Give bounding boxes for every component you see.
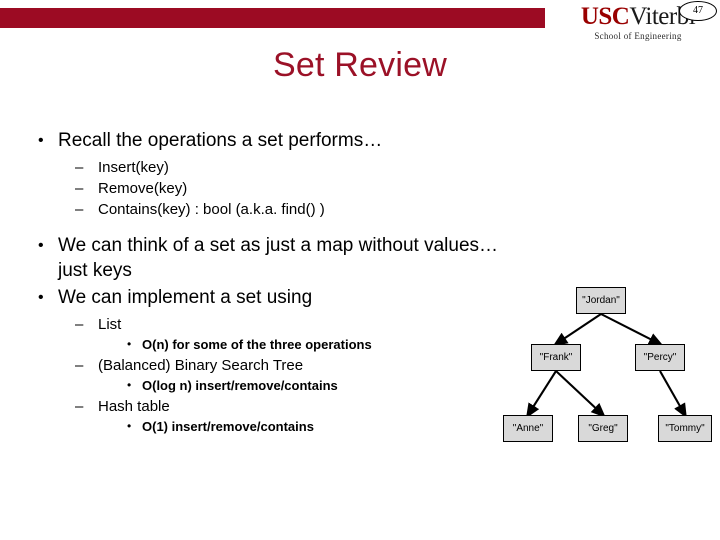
sub-bullet-remove: – Remove(key) [24, 178, 504, 199]
tree-node-right: "Percy" [635, 344, 685, 371]
detail-bullet-text: O(log n) insert/remove/contains [142, 378, 338, 393]
tree-node-lr: "Greg" [578, 415, 628, 442]
sub-bullet-bst: – (Balanced) Binary Search Tree [24, 355, 504, 376]
slide-body: • Recall the operations a set performs… … [24, 128, 504, 437]
tree-node-ll: "Anne" [503, 415, 553, 442]
usc-letters: USC [580, 3, 630, 30]
tree-edge-right-to-rr [659, 370, 687, 419]
dash-bullet-icon: – [75, 159, 84, 176]
sub-bullet-list: – List [24, 314, 504, 335]
detail-bullet-hash-complexity: • O(1) insert/remove/contains [24, 417, 504, 437]
sub-bullet-text: Hash table [98, 398, 170, 415]
slide-number-badge: 47 [679, 1, 717, 21]
sub-bullet-text: Contains(key) : bool (a.k.a. find() ) [98, 201, 325, 218]
sub-bullet-contains: – Contains(key) : bool (a.k.a. find() ) [24, 199, 504, 220]
sub-bullet-text: Remove(key) [98, 180, 188, 197]
tree-edge-root-to-right [600, 313, 664, 346]
sub-bullet-text: List [98, 316, 122, 333]
bullet-text: We can think of a set as just a map with… [58, 235, 499, 281]
dash-bullet-icon: – [75, 180, 84, 197]
header-accent-bar [0, 8, 545, 28]
dot-bullet-icon: • [127, 337, 132, 351]
bullet-implement-set-using: • We can implement a set using [24, 285, 504, 310]
tree-node-label: "Tommy" [665, 423, 705, 434]
tree-edge-left-to-lr [555, 370, 606, 418]
bullet-set-as-map: • We can think of a set as just a map wi… [24, 233, 504, 283]
dash-bullet-icon: – [75, 398, 84, 415]
bullet-icon: • [38, 132, 44, 149]
detail-bullet-bst-complexity: • O(log n) insert/remove/contains [24, 376, 504, 396]
sub-bullet-text: Insert(key) [98, 159, 169, 176]
dot-bullet-icon: • [127, 419, 132, 433]
bullet-text: We can implement a set using [58, 287, 313, 308]
binary-search-tree-diagram: "Jordan" "Frank" "Percy" "Anne" "Greg" "Tommy… [490, 280, 720, 455]
tree-edge-left-to-ll [525, 370, 557, 419]
dot-bullet-icon: • [127, 378, 132, 392]
tree-node-left: "Frank" [531, 344, 581, 371]
tree-node-rr: "Tommy" [658, 415, 712, 442]
dash-bullet-icon: – [75, 357, 84, 374]
tree-node-label: "Jordan" [582, 295, 620, 306]
bullet-icon: • [38, 237, 44, 254]
tree-node-label: "Percy" [643, 352, 677, 363]
sub-bullet-text: (Balanced) Binary Search Tree [98, 357, 304, 374]
tree-node-label: "Frank" [539, 352, 573, 363]
sub-bullet-hash-table: – Hash table [24, 396, 504, 417]
tree-node-label: "Anne" [512, 423, 544, 434]
bullet-text: Recall the operations a set performs… [58, 130, 383, 151]
tree-node-root: "Jordan" [576, 287, 626, 314]
sub-bullet-insert: – Insert(key) [24, 157, 504, 178]
bullet-recall-operations: • Recall the operations a set performs… [24, 128, 504, 153]
dash-bullet-icon: – [75, 201, 84, 218]
detail-bullet-text: O(1) insert/remove/contains [142, 419, 314, 434]
tree-node-label: "Greg" [588, 423, 618, 434]
tree-edge-root-to-left [552, 313, 602, 347]
page-title: Set Review [273, 46, 447, 84]
dash-bullet-icon: – [75, 316, 84, 333]
detail-bullet-text: O(n) for some of the three operations [142, 337, 372, 352]
bullet-icon: • [38, 289, 44, 306]
school-of-engineering-label: School of Engineering [594, 31, 682, 41]
detail-bullet-list-complexity: • O(n) for some of the three operations [24, 335, 504, 355]
